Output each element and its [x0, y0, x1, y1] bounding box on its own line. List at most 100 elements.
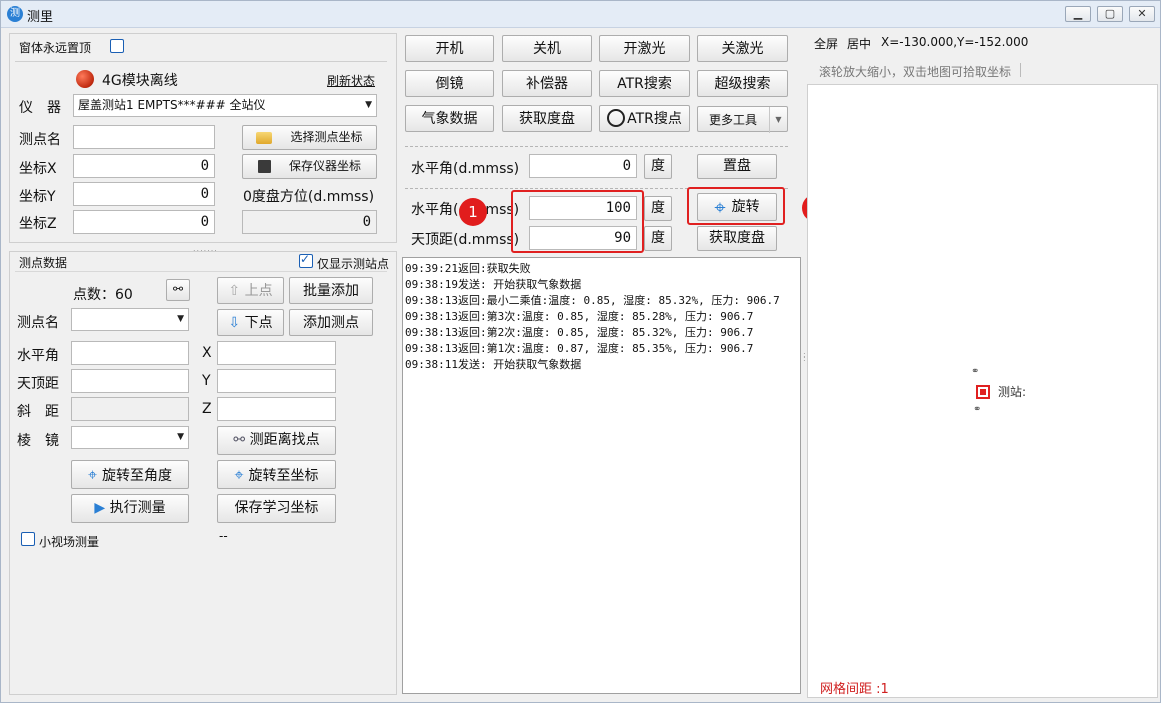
- hz-label: 水平角: [17, 348, 59, 364]
- instrument-label: 仪 器: [19, 100, 61, 116]
- divider: [15, 271, 387, 272]
- add-point-button[interactable]: 添加测点: [289, 309, 373, 336]
- next-point-button[interactable]: ⇩ 下点: [217, 309, 284, 336]
- highlight-box-rotate: [687, 187, 785, 225]
- station-marker-icon: [976, 385, 990, 399]
- unit-degree-button[interactable]: 度: [644, 226, 672, 251]
- v-rotate-label: 天顶距(d.mmss): [411, 232, 520, 248]
- chevron-down-icon: ▼: [177, 314, 184, 324]
- station-label: 测站:: [998, 385, 1027, 399]
- points-section-title: 测点数据: [19, 256, 68, 270]
- z-label: 坐标Z: [19, 216, 57, 232]
- maximize-button[interactable]: ▢: [1097, 6, 1123, 22]
- log-line: 09:38:19发送: 开始获取气象数据: [405, 278, 582, 291]
- small-fov-checkbox[interactable]: [21, 532, 35, 546]
- minimize-button[interactable]: ▁: [1065, 6, 1091, 22]
- power-off-button[interactable]: 关机: [502, 35, 592, 62]
- range-find-label: 测距离找点: [249, 432, 320, 448]
- more-tools-dropdown[interactable]: 更多工具 ▼: [697, 106, 788, 133]
- measure-button[interactable]: ▶ 执行测量: [71, 494, 189, 523]
- instrument-value: 屋盖测站1 EMPTS***### 全站仪: [78, 98, 266, 112]
- x-input[interactable]: 0: [73, 154, 215, 178]
- close-button[interactable]: ✕: [1129, 6, 1155, 22]
- y-input[interactable]: 0: [73, 182, 215, 206]
- app-icon: 测: [7, 6, 23, 22]
- v-input[interactable]: [71, 369, 189, 393]
- super-search-button[interactable]: 超级搜索: [697, 70, 788, 97]
- y2-input[interactable]: [217, 369, 336, 393]
- grid-spacing-label: 网格间距 :1: [820, 682, 889, 697]
- point-name-select[interactable]: ▼: [71, 308, 189, 331]
- v-label: 天顶距: [17, 376, 59, 392]
- save-instrument-label: 保存仪器坐标: [288, 159, 361, 173]
- hz-input[interactable]: [71, 341, 189, 365]
- refresh-status-link[interactable]: 刷新状态: [327, 72, 375, 89]
- hz-set-label: 水平角(d.mmss): [411, 161, 520, 177]
- small-fov-label: 小视场测量: [39, 535, 100, 549]
- log-line: 09:38:11发送: 开始获取气象数据: [405, 358, 582, 371]
- select-point-label: 选择测点坐标: [290, 130, 363, 144]
- batch-add-button[interactable]: 批量添加: [289, 277, 373, 304]
- z2-input[interactable]: [217, 397, 336, 421]
- rotate-to-coord-button[interactable]: ⌖ 旋转至坐标: [217, 460, 336, 489]
- hz-set-input[interactable]: 0: [529, 154, 637, 178]
- module-status: 4G模块离线: [102, 73, 178, 89]
- range-find-button[interactable]: ⚯ 测距离找点: [217, 426, 336, 455]
- y-label: 坐标Y: [19, 189, 56, 205]
- get-circle-button[interactable]: 获取度盘: [502, 105, 592, 132]
- x2-input[interactable]: [217, 341, 336, 365]
- prism-label: 棱 镜: [17, 433, 59, 449]
- station-name-input[interactable]: [73, 125, 215, 149]
- always-on-top-label: 窗体永远置顶: [19, 41, 92, 55]
- weather-data-button[interactable]: 气象数据: [405, 105, 494, 132]
- find-button[interactable]: ⚯: [166, 279, 190, 301]
- always-on-top-checkbox[interactable]: [110, 39, 124, 53]
- face-swap-button[interactable]: 倒镜: [405, 70, 494, 97]
- arrow-up-icon: ⇧: [228, 283, 245, 299]
- fullscreen-link[interactable]: 全屏: [814, 35, 838, 52]
- z-input[interactable]: 0: [73, 210, 215, 234]
- prev-point-button[interactable]: ⇧ 上点: [217, 277, 284, 304]
- log-panel[interactable]: 09:39:21返回:获取失败 09:38:19发送: 开始获取气象数据 09:…: [402, 257, 801, 694]
- slope-input: [71, 397, 189, 421]
- save-icon: [257, 160, 271, 173]
- center-link[interactable]: 居中: [847, 35, 871, 52]
- status-dash: --: [219, 529, 228, 543]
- x2-label: X: [202, 345, 212, 361]
- chevron-down-icon: ▼: [177, 432, 184, 442]
- save-learn-button[interactable]: 保存学习坐标: [217, 494, 336, 523]
- folder-icon: [256, 131, 273, 144]
- main-window: 测 测里 ▁ ▢ ✕ 窗体永远置顶 4G模块离线 刷新状态 仪 器 屋盖测站1 …: [0, 0, 1161, 703]
- divider: [15, 61, 387, 62]
- prism-select[interactable]: ▼: [71, 426, 189, 449]
- select-point-button[interactable]: 选择测点坐标: [242, 125, 377, 150]
- play-icon: ▶: [94, 500, 110, 516]
- power-on-button[interactable]: 开机: [405, 35, 494, 62]
- divider: [405, 146, 788, 147]
- chevron-down-icon: ▼: [769, 107, 787, 133]
- save-instrument-button[interactable]: 保存仪器坐标: [242, 154, 377, 179]
- get-circle-button-2[interactable]: 获取度盘: [697, 226, 777, 251]
- set-circle-button[interactable]: 置盘: [697, 154, 777, 179]
- compensator-button[interactable]: 补偿器: [502, 70, 592, 97]
- binoculars-icon: ⚯: [172, 282, 184, 296]
- zero-azimuth-value: 0: [242, 210, 377, 234]
- target-icon: [607, 109, 626, 127]
- map-canvas[interactable]: ⚭ 测站: ⚭ 网格间距 :1: [807, 84, 1158, 698]
- unit-degree-button[interactable]: 度: [644, 196, 672, 221]
- measure-label: 执行测量: [109, 500, 166, 516]
- instrument-select[interactable]: 屋盖测站1 EMPTS***### 全站仪 ▼: [73, 94, 377, 117]
- atr-point-button[interactable]: ATR搜点: [599, 105, 690, 132]
- atr-search-button[interactable]: ATR搜索: [599, 70, 690, 97]
- log-line: 09:38:13返回:第1次:温度: 0.87, 湿度: 85.35%, 压力:…: [405, 342, 754, 355]
- highlight-box-inputs: [511, 190, 644, 253]
- laser-on-button[interactable]: 开激光: [599, 35, 690, 62]
- y2-label: Y: [202, 373, 211, 389]
- unit-degree-button[interactable]: 度: [644, 154, 672, 179]
- rotate-to-angle-button[interactable]: ⌖ 旋转至角度: [71, 460, 189, 489]
- rotate-coord-label: 旋转至坐标: [248, 468, 319, 484]
- show-station-only-checkbox[interactable]: [299, 252, 313, 268]
- z2-label: Z: [202, 401, 212, 417]
- laser-off-button[interactable]: 关激光: [697, 35, 788, 62]
- log-line: 09:38:13返回:第3次:温度: 0.85, 湿度: 85.28%, 压力:…: [405, 310, 754, 323]
